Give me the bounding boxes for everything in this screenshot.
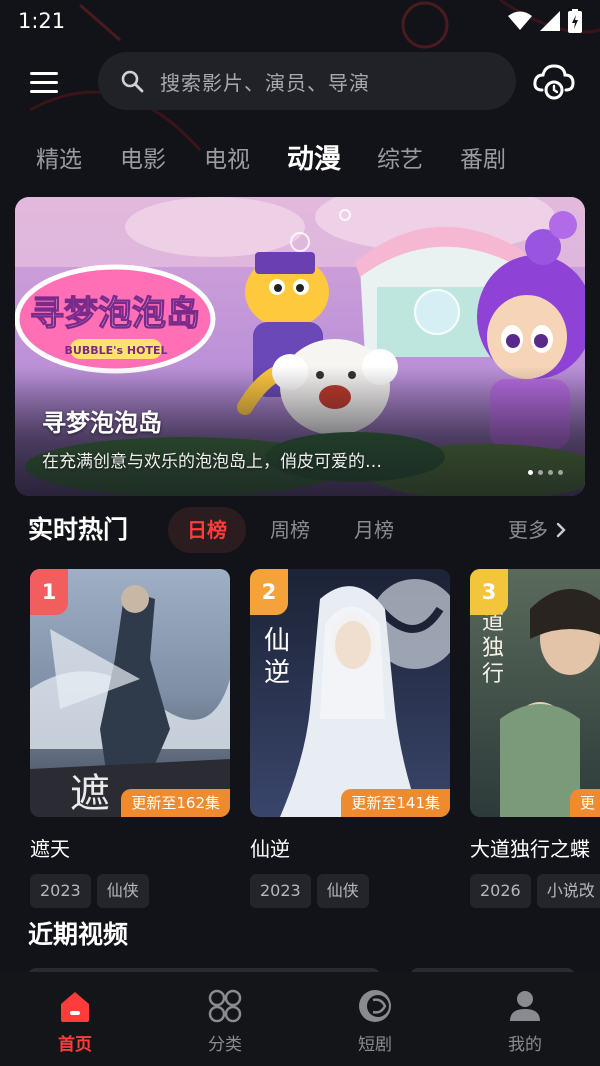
card-tags: 2026 小说改: [470, 874, 600, 908]
svg-text:仙: 仙: [264, 626, 290, 656]
hot-list: 遮 1 更新至162集 遮天 2023 仙侠 仙 逆 2 更新至141集 仙逆 …: [0, 569, 600, 909]
hot-card[interactable]: 遮 1 更新至162集 遮天 2023 仙侠: [30, 569, 230, 908]
banner-logo: 寻梦泡泡岛 BUBBLE's HOTEL: [15, 264, 216, 374]
tag-year: 2026: [470, 874, 531, 908]
tab-anime[interactable]: 动漫: [287, 138, 341, 182]
nav-short-drama[interactable]: 短剧: [300, 972, 450, 1066]
search-input[interactable]: 搜索影片、演员、导演: [98, 52, 516, 110]
card-tags: 2023 仙侠: [30, 874, 230, 908]
banner-description: 在充满创意与欢乐的泡泡岛上，俏皮可爱的…: [42, 452, 382, 472]
nav-label: 分类: [208, 1035, 242, 1055]
update-badge: 更新至162集: [121, 789, 230, 817]
tag-year: 2023: [30, 874, 91, 908]
banner-dot: [548, 470, 553, 475]
bottom-navigation: 首页 分类 短剧 我的: [0, 972, 600, 1066]
search-placeholder: 搜索影片、演员、导演: [160, 70, 370, 95]
svg-text:独: 独: [482, 636, 504, 661]
banner-dot: [538, 470, 543, 475]
nav-profile[interactable]: 我的: [450, 972, 600, 1066]
card-tags: 2023 仙侠: [250, 874, 450, 908]
rank-badge: 1: [30, 569, 68, 615]
more-link[interactable]: 更多: [508, 507, 566, 553]
rank-tab-monthly[interactable]: 月榜: [354, 507, 394, 553]
poster: 道 独 行 3 更: [470, 569, 600, 817]
tag-genre: 仙侠: [316, 874, 369, 908]
tab-variety[interactable]: 综艺: [377, 138, 423, 182]
menu-button[interactable]: [30, 66, 70, 98]
nav-label: 我的: [508, 1035, 542, 1055]
banner-title: 寻梦泡泡岛: [42, 409, 162, 437]
rank-badge: 2: [250, 569, 288, 615]
card-title: 仙逆: [250, 837, 290, 861]
update-badge: 更: [570, 789, 600, 817]
menu-line: [30, 71, 58, 75]
recent-section-title: 近期视频: [28, 920, 129, 949]
menu-line: [30, 89, 58, 93]
banner-logo-text: 寻梦泡泡岛: [30, 294, 200, 334]
tag-genre: 仙侠: [96, 874, 149, 908]
status-bar: 1:21: [0, 0, 600, 42]
rank-tab-weekly[interactable]: 周榜: [270, 507, 310, 553]
tab-tv[interactable]: 电视: [204, 138, 250, 182]
tag-year: 2023: [250, 874, 311, 908]
poster: 遮 1 更新至162集: [30, 569, 230, 817]
svg-text:行: 行: [482, 662, 504, 687]
banner-logo-subtext: BUBBLE's HOTEL: [65, 344, 168, 357]
category-icon: [208, 989, 242, 1023]
banner-dot: [558, 470, 563, 475]
banner-dot: [528, 470, 533, 475]
svg-text:遮: 遮: [70, 771, 110, 817]
top-header: 搜索影片、演员、导演: [0, 52, 600, 112]
nav-category[interactable]: 分类: [150, 972, 300, 1066]
hot-card[interactable]: 道 独 行 3 更 大道独行之蝶 2026 小说改: [470, 569, 600, 908]
hot-section-title: 实时热门: [28, 515, 129, 544]
cellular-signal-icon: [540, 11, 560, 31]
update-badge: 更新至141集: [341, 789, 450, 817]
nav-label: 首页: [58, 1035, 92, 1055]
search-icon: [121, 70, 144, 93]
card-title: 遮天: [30, 837, 70, 861]
banner-pagination: [528, 470, 563, 475]
home-icon: [61, 992, 89, 1022]
profile-icon: [510, 991, 540, 1021]
featured-banner[interactable]: 寻梦泡泡岛 BUBBLE's HOTEL 寻梦泡泡岛 在充满创意与欢乐的泡泡岛上…: [15, 197, 585, 496]
nav-label: 短剧: [358, 1035, 392, 1055]
status-icons: [508, 9, 582, 33]
more-label: 更多: [508, 518, 548, 542]
cloud-history-icon[interactable]: [532, 60, 576, 104]
tag-genre: 小说改: [536, 874, 600, 908]
category-tabs: 精选 电影 电视 动漫 综艺 番剧: [0, 138, 600, 184]
rank-badge: 3: [470, 569, 508, 615]
tab-featured[interactable]: 精选: [36, 138, 82, 182]
status-time: 1:21: [18, 9, 66, 33]
tab-bangumi[interactable]: 番剧: [460, 138, 506, 182]
short-drama-icon: [359, 990, 391, 1022]
wifi-icon: [508, 11, 532, 30]
poster: 仙 逆 2 更新至141集: [250, 569, 450, 817]
nav-home[interactable]: 首页: [0, 972, 150, 1066]
chevron-right-icon: [556, 522, 566, 538]
hot-card[interactable]: 仙 逆 2 更新至141集 仙逆 2023 仙侠: [250, 569, 450, 908]
menu-line: [30, 80, 58, 84]
svg-text:逆: 逆: [264, 658, 290, 688]
tab-movies[interactable]: 电影: [120, 138, 166, 182]
card-title: 大道独行之蝶: [470, 837, 590, 861]
hot-section-header: 实时热门 日榜 周榜 月榜 更多: [0, 507, 600, 553]
rank-tab-daily[interactable]: 日榜: [168, 507, 246, 553]
battery-icon: [568, 9, 582, 33]
